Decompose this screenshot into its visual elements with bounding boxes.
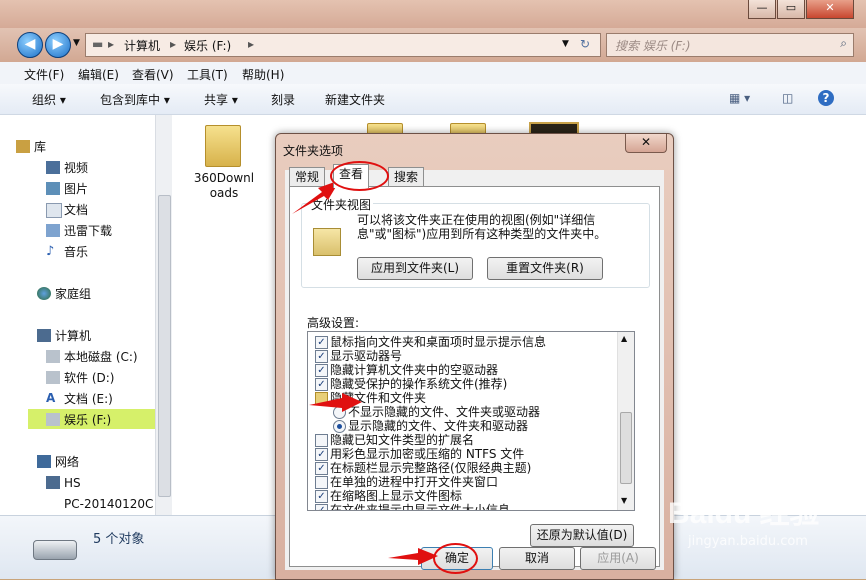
watermark-url: jingyan.baidu.com [688, 534, 808, 549]
watermark-brand: Baidu 经验 [668, 497, 820, 530]
baidu-watermark: Baidu 经验 jingyan.baidu.com [668, 488, 863, 566]
arrow-to-show-hidden-option [309, 393, 362, 412]
highlight-circle [330, 161, 389, 191]
arrow-to-ok-button [388, 548, 438, 565]
